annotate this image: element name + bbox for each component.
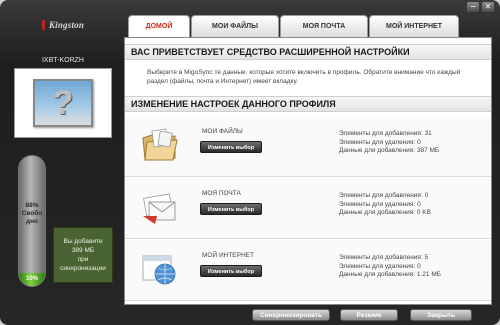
profile-header: ИЗМЕНЕНИЕ НАСТРОЕК ДАННОГО ПРОФИЛЯ — [125, 96, 491, 112]
internet-items-to-remove: Элементы для удаления: 0 — [339, 262, 421, 270]
summary-button[interactable]: Резюме — [340, 309, 398, 321]
mail-stats: Элементы для добавления: 0 Элементы для … — [339, 192, 431, 218]
tab-my-internet[interactable]: МОЙ ИНТЕРНЕТ — [369, 15, 459, 37]
internet-title: МОЙ ИНТЕРНЕТ — [202, 252, 254, 259]
close-window-button[interactable]: ✕ — [482, 2, 494, 12]
device-picture-icon: ? — [33, 79, 93, 127]
mail-items-to-add: Элементы для добавления: 0 — [339, 192, 429, 199]
mail-data-to-add: Данные для добавления: 0 KB — [339, 209, 431, 216]
mail-row: МОЯ ПОЧТА Изменить выбор Элементы для до… — [125, 178, 491, 239]
files-items-to-add: Элементы для добавления: 31 — [339, 130, 432, 137]
internet-data-to-add: Данные для добавления: 1.21 МБ — [339, 271, 441, 278]
files-row: МОИ ФАЙЛЫ Изменить выбор Элементы для до… — [125, 116, 491, 177]
main-panel: ВАС ПРИВЕТСТВУЕТ СРЕДСТВО РАСШИРЕННОЙ НА… — [124, 37, 492, 305]
gauge-free-label: 88% Свобо дно — [21, 202, 43, 225]
internet-stats: Элементы для добавления: 5 Элементы для … — [339, 254, 441, 280]
folder-icon — [142, 128, 178, 161]
app-window: − ✕ Kingston IXBT-KORZH ? 88% Свобо дно … — [0, 0, 500, 325]
gauge-used-label: 10% — [25, 276, 38, 282]
logo-text: Kingston — [41, 20, 84, 30]
mail-title: МОЯ ПОЧТА — [202, 190, 241, 197]
tab-home[interactable]: ДОМОЙ — [128, 15, 190, 37]
tab-my-files[interactable]: МОИ ФАЙЛЫ — [191, 15, 279, 37]
tab-my-mail[interactable]: МОЯ ПОЧТА — [280, 15, 368, 37]
files-stats: Элементы для добавления: 31 Элементы для… — [339, 130, 439, 156]
storage-gauge: 88% Свобо дно 10% — [18, 155, 46, 287]
device-name: IXBT-KORZH — [41, 57, 84, 64]
internet-change-selection-button[interactable]: Изменить выбор — [200, 265, 262, 277]
sync-size-text: Вы добавите 389 МБ при синхронизации — [60, 238, 106, 272]
synchronize-button[interactable]: Синхронизировать — [252, 309, 330, 321]
main-tabs: ДОМОЙ МОИ ФАЙЛЫ МОЯ ПОЧТА МОЙ ИНТЕРНЕТ — [128, 15, 460, 37]
internet-icon — [142, 255, 176, 285]
mail-icon — [143, 193, 176, 224]
files-data-to-add: Данные для добавления: 387 МБ — [339, 147, 440, 154]
files-title: МОИ ФАЙЛЫ — [202, 128, 243, 135]
welcome-text: Выберите в MigoSync те данные, которые х… — [147, 69, 461, 85]
window-controls: − ✕ — [467, 2, 494, 12]
minimize-button[interactable]: − — [467, 2, 479, 12]
mail-change-selection-button[interactable]: Изменить выбор — [200, 203, 262, 215]
mail-items-to-remove: Элементы для удаления: 0 — [339, 200, 421, 208]
device-image-panel: ? — [14, 68, 112, 138]
internet-items-to-add: Элементы для добавления: 5 — [339, 254, 429, 261]
files-items-to-remove: Элементы для удаления: 0 — [339, 138, 421, 146]
close-button[interactable]: Закрыть — [410, 309, 472, 321]
internet-row: МОЙ ИНТЕРНЕТ Изменить выбор Элементы для… — [125, 240, 491, 301]
question-mark-icon: ? — [52, 84, 74, 122]
sync-size-info: Вы добавите 389 МБ при синхронизации — [53, 227, 113, 283]
welcome-header: ВАС ПРИВЕТСТВУЕТ СРЕДСТВО РАСШИРЕННОЙ НА… — [125, 44, 491, 60]
files-change-selection-button[interactable]: Изменить выбор — [200, 141, 262, 153]
kingston-logo: Kingston — [8, 9, 118, 41]
